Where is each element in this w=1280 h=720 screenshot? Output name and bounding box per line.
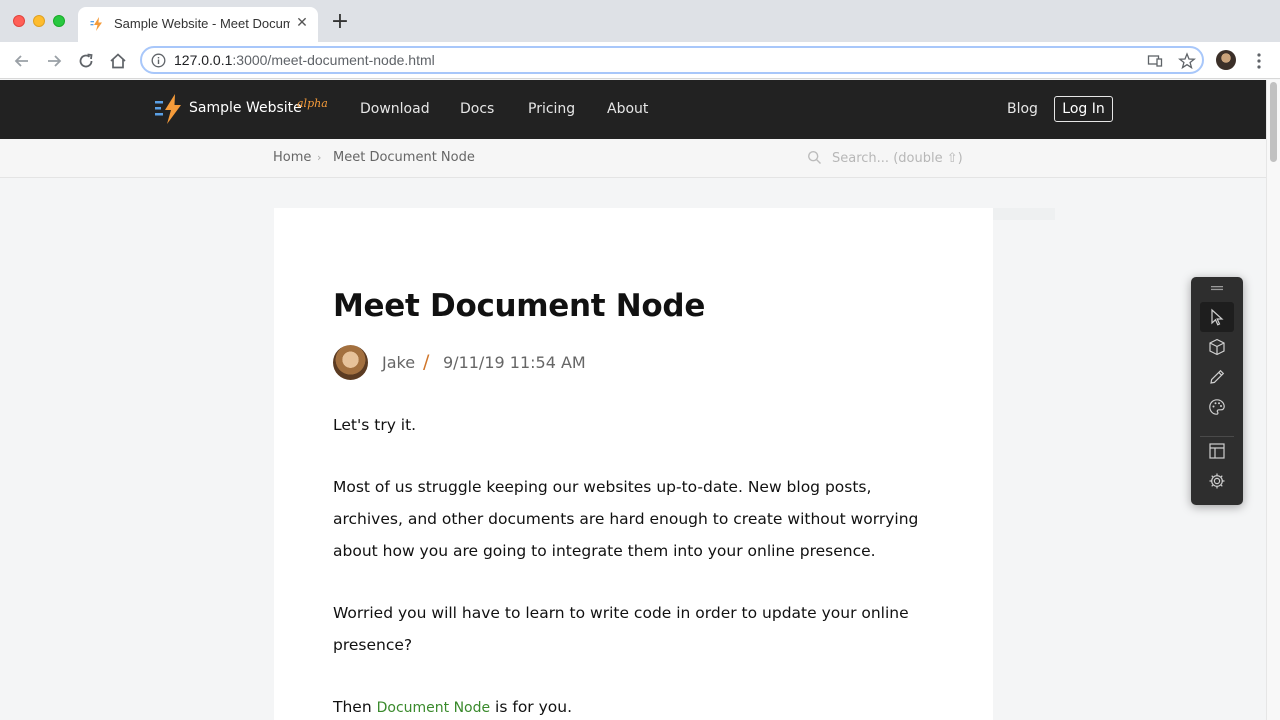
browser-tab-bar: Sample Website - Meet Docum ✕ + <box>0 0 1280 42</box>
article-paragraph: Then Document Node is for you. <box>333 691 933 720</box>
card-edge <box>993 208 1055 220</box>
blocks-tool-button[interactable] <box>1200 332 1234 362</box>
login-button[interactable]: Log In <box>1054 96 1113 122</box>
browser-toolbar: 127.0.0.1:3000/meet-document-node.html <box>0 42 1280 79</box>
article-title: Meet Document Node <box>333 288 706 324</box>
browser-tab[interactable]: Sample Website - Meet Docum ✕ <box>78 7 318 42</box>
select-tool-button[interactable] <box>1200 302 1234 332</box>
settings-tool-button[interactable] <box>1200 466 1234 496</box>
url-host: 127.0.0.1 <box>174 52 233 68</box>
layout-tool-button[interactable] <box>1200 436 1234 466</box>
breadcrumb: Home › Meet Document Node <box>0 139 1266 178</box>
back-arrow-icon[interactable] <box>11 50 33 72</box>
home-icon[interactable] <box>107 50 129 72</box>
scrollbar-thumb[interactable] <box>1270 82 1277 162</box>
style-tool-button[interactable] <box>1200 392 1234 422</box>
nav-docs[interactable]: Docs <box>460 101 494 117</box>
nav-download[interactable]: Download <box>360 101 430 117</box>
page-scrollbar[interactable] <box>1266 80 1280 720</box>
breadcrumb-current: Meet Document Node <box>333 150 475 165</box>
site-header: Sample Website alpha Download Docs Prici… <box>0 80 1266 139</box>
star-icon[interactable] <box>1178 52 1196 70</box>
drag-handle-icon[interactable] <box>1211 285 1223 291</box>
edit-tool-button[interactable] <box>1200 362 1234 392</box>
breadcrumb-home[interactable]: Home <box>273 150 311 165</box>
article-paragraph: Most of us struggle keeping our websites… <box>333 478 919 560</box>
gear-icon <box>1209 473 1225 489</box>
close-tab-icon[interactable]: ✕ <box>294 15 310 31</box>
reload-icon[interactable] <box>75 50 97 72</box>
layout-icon <box>1209 443 1225 459</box>
cursor-icon <box>1211 308 1224 326</box>
nav-about[interactable]: About <box>607 101 648 117</box>
logo-lightning-icon[interactable] <box>155 93 185 125</box>
cube-icon <box>1209 338 1225 356</box>
article-paragraph: Worried you will have to learn to write … <box>333 604 909 654</box>
author-avatar <box>333 345 368 380</box>
document-node-link[interactable]: Document Node <box>377 700 491 716</box>
pencil-icon <box>1210 369 1225 384</box>
publish-date: 9/11/19 11:54 AM <box>443 353 586 372</box>
palette-icon <box>1209 399 1225 415</box>
brand-tag: alpha <box>297 97 328 110</box>
nav-pricing[interactable]: Pricing <box>528 101 575 117</box>
tab-title: Sample Website - Meet Docum <box>114 16 290 31</box>
device-icon[interactable] <box>1147 53 1163 69</box>
paragraph-text: Then <box>333 698 377 716</box>
chevron-right-icon: › <box>317 151 322 164</box>
new-tab-button[interactable]: + <box>330 11 350 33</box>
search-icon <box>807 150 821 164</box>
maximize-window-button[interactable] <box>53 15 65 27</box>
close-window-button[interactable] <box>13 15 25 27</box>
url-text[interactable]: 127.0.0.1:3000/meet-document-node.html <box>174 52 435 68</box>
article-paragraph: Let's try it. <box>333 416 417 434</box>
info-icon[interactable] <box>151 53 166 68</box>
site-brand[interactable]: Sample Website <box>189 100 302 116</box>
meta-separator: / <box>423 351 430 373</box>
url-path: :3000/meet-document-node.html <box>232 52 435 68</box>
editor-toolbar <box>1191 277 1243 505</box>
lightning-icon <box>90 17 102 31</box>
search-input[interactable] <box>832 147 1012 169</box>
profile-avatar[interactable] <box>1216 50 1236 70</box>
more-menu-icon[interactable] <box>1250 50 1268 72</box>
nav-blog[interactable]: Blog <box>1007 101 1038 117</box>
minimize-window-button[interactable] <box>33 15 45 27</box>
forward-arrow-icon[interactable] <box>43 50 65 72</box>
author-name[interactable]: Jake <box>382 353 415 372</box>
paragraph-text: is for you. <box>490 698 573 716</box>
address-bar[interactable]: 127.0.0.1:3000/meet-document-node.html <box>140 46 1204 74</box>
